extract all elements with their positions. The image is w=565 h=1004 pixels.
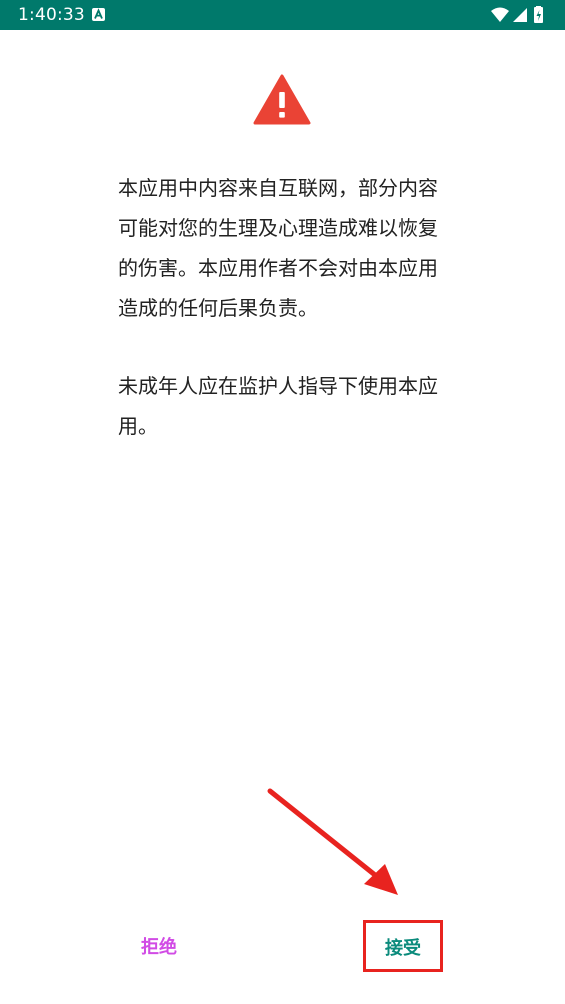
battery-charging-icon (534, 6, 543, 23)
reject-button[interactable]: 拒绝 (122, 932, 196, 964)
status-icons (491, 6, 551, 24)
disclaimer-paragraph-2: 未成年人应在监护人指导下使用本应 用。 (118, 366, 448, 446)
red-arrow-icon (262, 785, 412, 905)
wifi-icon (491, 7, 509, 22)
disclaimer-line: 用。 (118, 414, 158, 438)
disclaimer-line: 的伤害。本应用作者不会对由本应用 (118, 256, 438, 280)
disclaimer-screen: 1:40:33 本应用中内容来自互联网，部分内容 可能对您的生理及心理造成难以恢… (0, 0, 565, 1004)
signal-icon (513, 8, 527, 22)
a-letter-icon (92, 8, 105, 21)
disclaimer-line: 未成年人应在监护人指导下使用本应 (118, 374, 438, 398)
status-bar: 1:40:33 (0, 0, 565, 30)
disclaimer-line: 本应用中内容来自互联网，部分内容 (118, 176, 438, 200)
disclaimer-paragraph-1: 本应用中内容来自互联网，部分内容 可能对您的生理及心理造成难以恢复 的伤害。本应… (118, 168, 448, 328)
disclaimer-line: 造成的任何后果负责。 (118, 296, 318, 320)
disclaimer-line: 可能对您的生理及心理造成难以恢复 (118, 216, 438, 240)
warning-triangle-icon (253, 74, 311, 126)
accept-button[interactable]: 接受 (363, 920, 443, 972)
status-time: 1:40:33 (18, 5, 85, 25)
disclaimer-message: 本应用中内容来自互联网，部分内容 可能对您的生理及心理造成难以恢复 的伤害。本应… (118, 168, 448, 446)
